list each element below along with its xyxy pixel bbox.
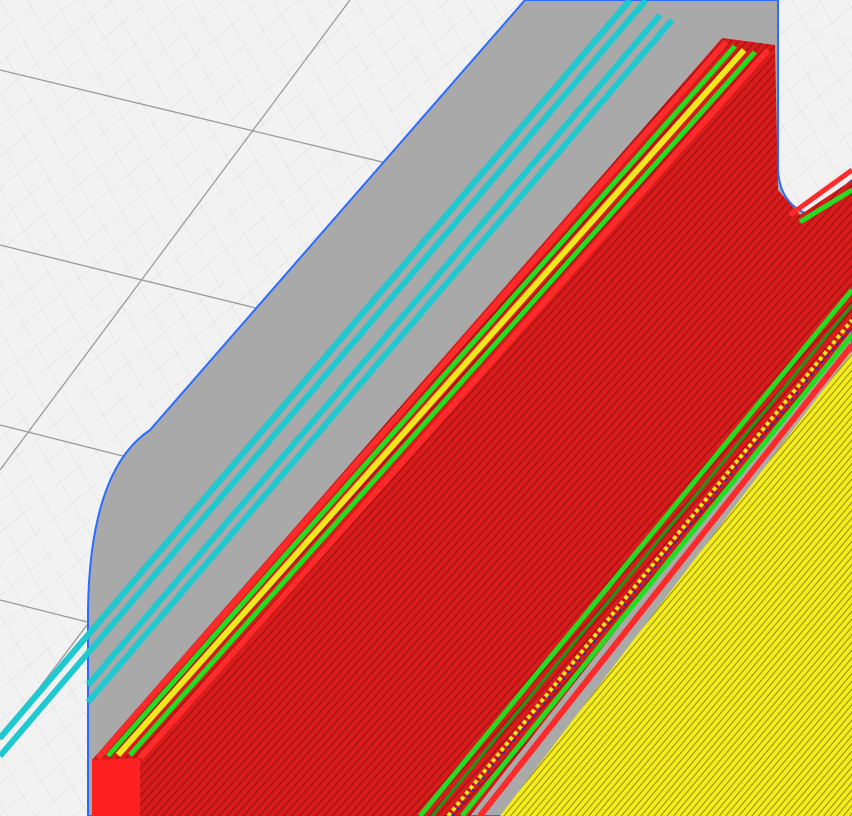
preview-canvas[interactable] — [0, 0, 852, 816]
gcode-preview-viewport[interactable] — [0, 0, 852, 816]
wall-end-face — [92, 758, 140, 816]
